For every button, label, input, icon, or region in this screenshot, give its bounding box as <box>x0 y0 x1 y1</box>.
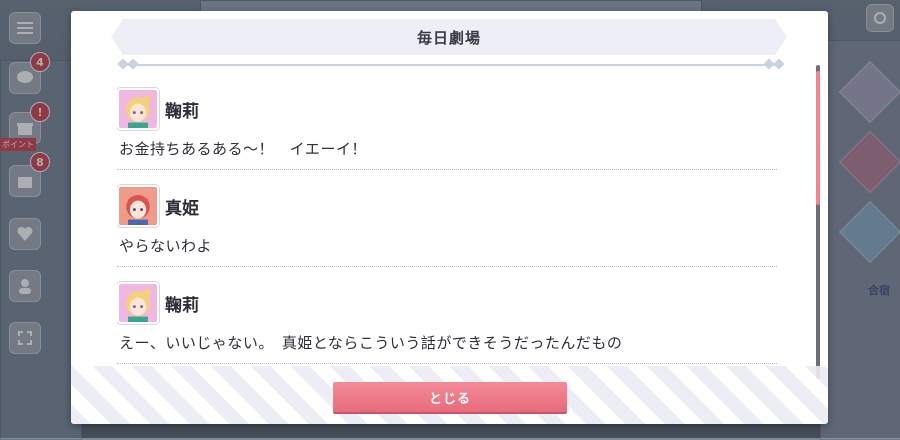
close-button[interactable]: とじる <box>333 382 567 412</box>
dialogue-text: お金持ちあるある～！ イエーイ！ <box>119 140 367 158</box>
dialogue-text: やらないわよ <box>119 237 213 255</box>
dialogue-list[interactable]: 鞠莉 お金持ちあるある～！ イエーイ！ 真姫 やらないわよ 鞠莉 えー、いいじゃ… <box>117 75 783 371</box>
divider-diamond <box>127 58 139 70</box>
header-divider <box>121 64 779 66</box>
speaker-row: 真姫 <box>117 184 199 228</box>
dialogue-entry: 真姫 やらないわよ <box>117 172 783 269</box>
modal-header: 毎日劇場 <box>111 19 787 55</box>
speaker-name: 鞠莉 <box>165 101 199 122</box>
entry-divider <box>117 363 777 364</box>
modal-title: 毎日劇場 <box>416 28 481 47</box>
maki-avatar <box>117 185 159 227</box>
dialogue-entry: 鞠莉 えー、いいじゃない。 真姫とならこういう話ができそうだったんだもの <box>117 269 783 366</box>
entry-divider <box>117 266 777 267</box>
speaker-name: 鞠莉 <box>165 295 199 316</box>
dialogue-text: えー、いいじゃない。 真姫とならこういう話ができそうだったんだもの <box>119 334 623 352</box>
speaker-row: 鞠莉 <box>117 87 199 131</box>
scrollbar-thumb[interactable] <box>816 71 820 205</box>
mari-avatar <box>117 88 159 130</box>
dialogue-entry: 鞠莉 お金持ちあるある～！ イエーイ！ <box>117 75 783 172</box>
speaker-name: 真姫 <box>165 198 199 219</box>
divider-diamond <box>773 58 785 70</box>
mari-avatar <box>117 282 159 324</box>
speaker-row: 鞠莉 <box>117 281 199 325</box>
scrollbar[interactable] <box>816 65 820 379</box>
entry-divider <box>117 169 777 170</box>
daily-theater-modal: 毎日劇場 鞠莉 お金持ちあるある～！ イエーイ！ 真姫 やらないわよ 鞠莉 えー… <box>71 11 828 424</box>
